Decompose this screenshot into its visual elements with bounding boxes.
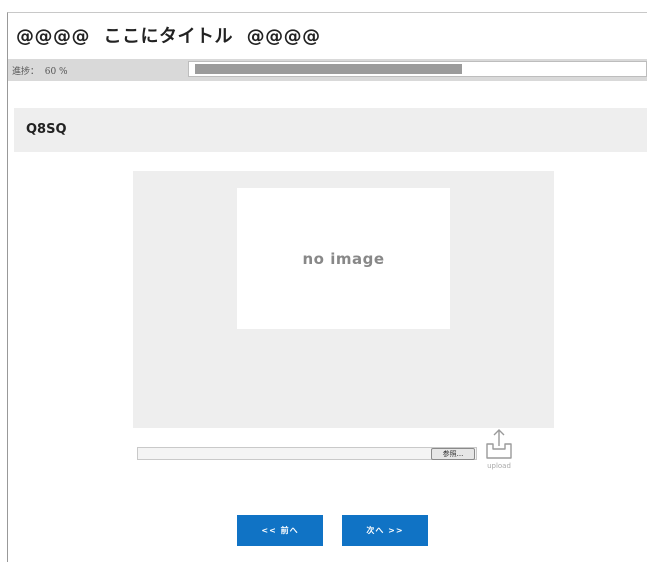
upload-tray-icon: [486, 429, 512, 459]
progress-fill: [195, 64, 462, 74]
file-path-input[interactable]: [137, 447, 477, 460]
progress-row: 進捗： 60 %: [8, 59, 647, 81]
image-placeholder: no image: [237, 188, 450, 329]
prev-button[interactable]: << 前へ: [237, 515, 323, 546]
page-title: @@@@ ここにタイトル @@@@: [16, 26, 321, 47]
upload-label: upload: [487, 462, 511, 470]
question-header: Q8SQ: [14, 108, 647, 152]
browse-button[interactable]: 参照...: [431, 448, 475, 460]
next-button[interactable]: 次へ >>: [342, 515, 428, 546]
progress-label: 進捗： 60 %: [12, 67, 68, 77]
upload-button[interactable]: upload: [481, 428, 517, 472]
progress-track: [188, 61, 647, 77]
no-image-text: no image: [302, 249, 385, 268]
image-area: no image: [133, 171, 554, 428]
question-label: Q8SQ: [26, 122, 67, 137]
